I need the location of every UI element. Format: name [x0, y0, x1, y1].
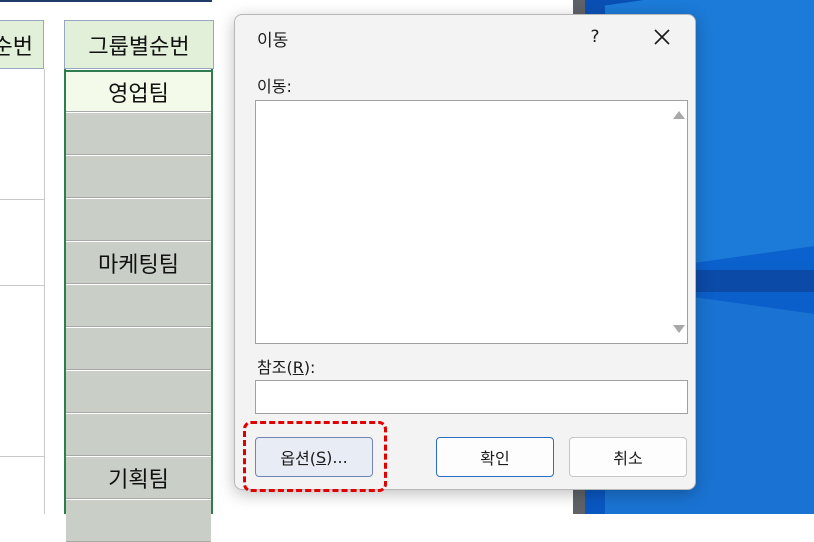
- column-header-group-sequence[interactable]: 그룹별순번: [64, 20, 214, 69]
- dialog-title: 이동: [257, 31, 289, 51]
- row-gridline: [0, 285, 44, 286]
- column-header-group-sequence-label: 그룹별순번: [88, 34, 190, 60]
- row-gridline: [0, 456, 44, 457]
- options-highlight-box: [243, 421, 387, 492]
- reference-input[interactable]: [255, 380, 688, 414]
- top-border-line: [0, 0, 212, 2]
- group-cell[interactable]: 기획팀: [66, 457, 211, 499]
- close-icon: [654, 29, 670, 45]
- goto-dialog: 이동 ? 이동: 참조(R): 옵션(S)... 확인 취소: [234, 14, 696, 490]
- reference-label-prefix: 참조(: [257, 358, 293, 377]
- reference-hotkey: R: [292, 358, 304, 377]
- reference-label-suffix: ):: [303, 358, 316, 377]
- group-cell[interactable]: [66, 285, 211, 327]
- group-cell[interactable]: [66, 328, 211, 370]
- group-cell[interactable]: [66, 371, 211, 413]
- scroll-up-icon[interactable]: [673, 111, 685, 119]
- column-header-sequence-label: 순번: [0, 34, 33, 60]
- group-cell[interactable]: [66, 500, 211, 542]
- row-gridline: [0, 199, 44, 200]
- reference-label: 참조(R):: [257, 354, 315, 378]
- goto-list-label: 이동:: [257, 77, 292, 96]
- cancel-button[interactable]: 취소: [569, 437, 687, 477]
- group-cell[interactable]: 영업팀: [66, 70, 211, 112]
- group-cell[interactable]: [66, 156, 211, 198]
- group-cell[interactable]: 마케팅팀: [66, 242, 211, 284]
- close-button[interactable]: [650, 25, 674, 49]
- ok-button[interactable]: 확인: [436, 437, 554, 477]
- group-cell[interactable]: [66, 199, 211, 241]
- listbox-scrollbar[interactable]: [669, 101, 687, 343]
- goto-listbox[interactable]: [255, 100, 688, 344]
- scroll-down-icon[interactable]: [673, 325, 685, 333]
- help-button[interactable]: ?: [583, 25, 607, 49]
- group-cell[interactable]: [66, 414, 211, 456]
- column-header-sequence[interactable]: 순번: [0, 20, 44, 69]
- column-gridline: [44, 69, 45, 514]
- group-cell[interactable]: [66, 113, 211, 155]
